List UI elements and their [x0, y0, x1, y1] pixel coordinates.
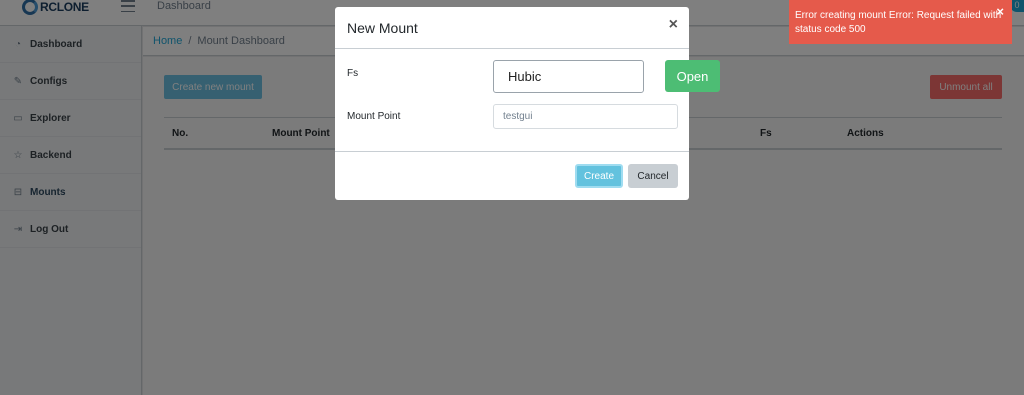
mount-point-input[interactable]	[493, 104, 678, 129]
new-mount-modal: New Mount × Fs Open Mount Point Create C…	[335, 7, 720, 200]
error-toast: Error creating mount Error: Request fail…	[789, 0, 1012, 44]
close-icon[interactable]: ×	[669, 17, 678, 33]
modal-title: New Mount	[347, 20, 418, 36]
close-icon[interactable]: ×	[996, 5, 1004, 19]
modal-body: Fs Open Mount Point	[335, 49, 720, 152]
fs-input[interactable]	[493, 60, 644, 93]
modal-header: New Mount ×	[335, 7, 689, 49]
modal-footer: Create Cancel	[335, 152, 689, 200]
cancel-button[interactable]: Cancel	[628, 164, 678, 188]
fs-label: Fs	[347, 68, 359, 79]
toast-message: Error creating mount Error: Request fail…	[795, 10, 1002, 35]
open-button[interactable]: Open	[665, 60, 720, 92]
create-button[interactable]: Create	[575, 164, 623, 188]
mount-point-label: Mount Point	[347, 111, 401, 122]
